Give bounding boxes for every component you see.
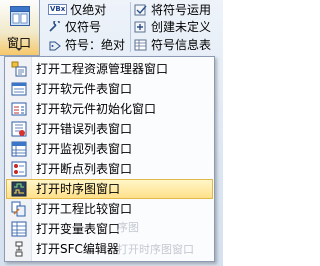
menu-item-label: 打开工程资源管理器窗口: [36, 62, 169, 76]
menu-item-watch-list[interactable]: 打开监视列表窗口: [6, 139, 213, 159]
chevron-down-icon: [16, 48, 22, 51]
menu-item-timing-chart[interactable]: 打开时序图窗口: [6, 179, 213, 199]
tooltip-ghost-text: 序图: [117, 221, 139, 234]
symbol-info-label: 符号信息表: [151, 38, 212, 52]
menu-item-label: 打开监视列表窗口: [36, 142, 133, 156]
absolute-only-button[interactable]: VBx 仅绝对: [48, 2, 106, 18]
absolute-only-label: 仅绝对: [70, 3, 107, 17]
symbol-absolute-button[interactable]: 符号：绝对: [48, 37, 125, 53]
wrench-icon: [49, 20, 60, 32]
ribbon-separator: [130, 2, 131, 52]
timing-chart-icon: [11, 181, 27, 197]
breakpoint-list-icon: [11, 161, 27, 177]
menu-item-variable-table[interactable]: 打开变量表窗口: [6, 219, 213, 239]
sfc-editor-icon: [15, 241, 23, 257]
menu-item-breakpoint-list[interactable]: 打开断点列表窗口: [6, 159, 213, 179]
menu-item-device-init[interactable]: 打开软元件初始化窗口: [6, 99, 213, 119]
symbol-apply-button[interactable]: 将符号运用: [134, 2, 211, 18]
device-init-icon: [11, 102, 27, 116]
tooltip-ghost-text: 打开时序图窗口: [117, 243, 194, 256]
create-undefined-label: 创建未定义: [151, 20, 212, 34]
symbol-apply-label: 将符号运用: [151, 3, 212, 17]
symbol-info-icon: [134, 39, 147, 50]
menu-item-label: 打开工程比较窗口: [36, 202, 133, 216]
symbol-info-button[interactable]: 符号信息表: [134, 37, 211, 53]
tag-icon: [49, 41, 61, 50]
window-icon: [10, 6, 30, 26]
device-table-icon: [11, 82, 27, 96]
error-list-icon: [11, 121, 27, 137]
symbol-only-label: 仅符号: [65, 20, 102, 34]
menu-item-label: 打开错误列表窗口: [36, 122, 133, 136]
menu-item-label: 打开断点列表窗口: [36, 162, 133, 176]
menu-item-error-list[interactable]: 打开错误列表窗口: [6, 119, 213, 139]
symbol-absolute-label: 符号：绝对: [65, 38, 126, 52]
menu-item-label: 打开时序图窗口: [36, 182, 121, 196]
menu-item-device-table[interactable]: 打开软元件表窗口: [6, 79, 213, 99]
create-undefined-icon: [134, 21, 146, 32]
vbx-icon: VBx: [48, 4, 68, 15]
menu-item-label: 打开软元件初始化窗口: [36, 102, 157, 116]
symbol-apply-icon: [134, 4, 147, 15]
menu-item-label: 打开变量表窗口: [36, 222, 121, 236]
watch-list-icon: [11, 141, 27, 157]
symbol-only-button[interactable]: 仅符号: [48, 19, 101, 35]
menu-item-project-explorer[interactable]: 打开工程资源管理器窗口: [6, 59, 213, 79]
create-undefined-button[interactable]: 创建未定义: [134, 19, 211, 35]
menu-item-project-compare[interactable]: 打开工程比较窗口: [6, 199, 213, 219]
variable-table-icon: [11, 221, 27, 237]
window-menu-button[interactable]: 窗口: [0, 0, 40, 56]
project-explorer-icon: [11, 61, 27, 77]
project-compare-icon: [11, 201, 26, 217]
window-dropdown-menu: 打开工程资源管理器窗口 打开软元件表窗口 打开软元件初始化窗口 打开错误列表窗口: [4, 56, 215, 262]
menu-item-label: 打开SFC编辑器: [36, 242, 119, 256]
menu-item-label: 打开软元件表窗口: [36, 82, 133, 96]
